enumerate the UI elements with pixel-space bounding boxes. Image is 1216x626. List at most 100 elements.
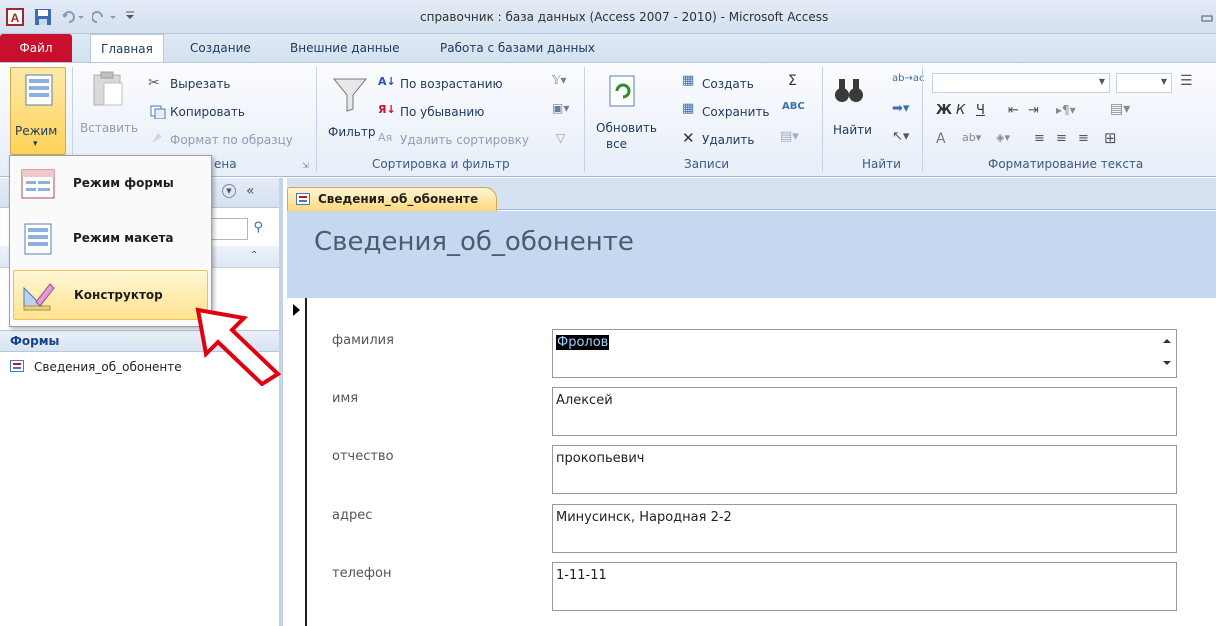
tab-database-tools[interactable]: Работа с базами данных xyxy=(430,34,605,62)
chevron-down-icon: ▼ xyxy=(1098,77,1105,86)
search-icon[interactable]: ⚲ xyxy=(253,220,263,235)
customize-qat-icon[interactable] xyxy=(124,8,136,26)
current-record-arrow-icon xyxy=(293,304,300,316)
field-patronymic[interactable]: прокопьевич xyxy=(552,445,1177,494)
menu-item-design-view[interactable]: Конструктор xyxy=(13,270,208,320)
gridlines-icon[interactable]: ▤▾ xyxy=(1110,101,1130,117)
minimize-window-icon[interactable] xyxy=(1200,8,1214,26)
cut-button[interactable]: Вырезать xyxy=(170,77,231,91)
scroll-down-icon[interactable] xyxy=(1163,361,1171,365)
selection-filter-icon[interactable]: 𝕐▾ xyxy=(552,73,567,87)
remove-sort-icon: Ая xyxy=(378,131,393,144)
sort-ascending-button[interactable]: По возрастанию xyxy=(400,77,503,91)
tab-create[interactable]: Создание xyxy=(180,34,261,62)
sort-descending-button[interactable]: По убыванию xyxy=(400,105,484,119)
refresh-all-icon[interactable] xyxy=(608,75,638,109)
field-lastname[interactable]: Фролов xyxy=(552,329,1177,378)
field-label-firstname: имя xyxy=(332,391,359,406)
align-center-icon[interactable]: ≡ xyxy=(1056,131,1067,146)
record-selector[interactable] xyxy=(287,298,307,626)
advanced-filter-icon[interactable]: ▣▾ xyxy=(552,101,569,115)
align-left-icon[interactable]: ≡ xyxy=(1034,131,1045,146)
italic-button[interactable]: К xyxy=(956,103,965,118)
nav-item-form[interactable]: Сведения_об_обоненте xyxy=(10,360,182,374)
font-color-button[interactable]: A xyxy=(936,131,946,147)
view-button[interactable]: Режим ▾ xyxy=(10,67,66,155)
annotation-arrow-icon xyxy=(195,307,282,386)
document-tab[interactable]: Сведения_об_обоненте xyxy=(287,187,497,211)
spelling-icon[interactable]: ABC xyxy=(782,101,805,112)
field-address[interactable]: Минусинск, Народная 2-2 xyxy=(552,504,1177,553)
clipboard-group-label: ена xyxy=(214,157,237,171)
field-value: Фролов xyxy=(556,335,610,350)
save-icon[interactable] xyxy=(34,8,52,26)
tab-external-data[interactable]: Внешние данные xyxy=(280,34,409,62)
redo-icon[interactable] xyxy=(92,8,118,26)
menu-item-layout-view[interactable]: Режим макета xyxy=(13,214,208,264)
undo-icon[interactable] xyxy=(60,8,86,26)
paragraph-direction-icon[interactable]: ▸¶▾ xyxy=(1056,103,1076,117)
collapse-group-icon[interactable]: ⌃ xyxy=(250,250,258,261)
borders-icon[interactable]: ⊞ xyxy=(1104,129,1117,147)
field-label-lastname: фамилия xyxy=(332,333,394,348)
collapse-nav-button[interactable]: « xyxy=(246,183,255,199)
nav-menu-icon[interactable]: ▼ xyxy=(222,184,236,198)
bullets-icon[interactable]: ☰ xyxy=(1180,73,1193,89)
refresh-all-label[interactable]: Обновить xyxy=(596,121,657,135)
delete-record-button[interactable]: Удалить xyxy=(702,133,755,147)
format-painter-button[interactable]: Формат по образцу xyxy=(170,133,293,147)
field-scrollbar[interactable] xyxy=(1159,331,1175,376)
scroll-up-icon[interactable] xyxy=(1163,339,1171,343)
align-right-icon[interactable]: ≡ xyxy=(1078,131,1089,146)
binoculars-icon[interactable] xyxy=(834,77,864,105)
select-icon[interactable]: ↖▾ xyxy=(892,129,909,144)
view-dropdown-menu: Режим формы Режим макета Конструктор xyxy=(9,155,212,327)
copy-icon xyxy=(150,105,166,119)
remove-sort-button[interactable]: Удалить сортировку xyxy=(400,133,529,147)
toggle-filter-icon[interactable]: ▽ xyxy=(556,131,565,145)
more-records-icon[interactable]: ▤▾ xyxy=(780,129,799,144)
chevron-down-icon: ▾ xyxy=(33,139,38,149)
tab-file[interactable]: Файл xyxy=(0,34,72,62)
paste-button-label[interactable]: Вставить xyxy=(80,121,138,135)
window-title: справочник : база данных (Access 2007 - … xyxy=(420,10,829,24)
filter-icon[interactable] xyxy=(332,77,368,113)
text-format-group-label: Форматирование текста xyxy=(988,157,1144,171)
save-record-button[interactable]: Сохранить xyxy=(702,105,770,119)
paste-icon[interactable] xyxy=(92,71,124,107)
form-icon xyxy=(296,193,320,207)
filter-button-label[interactable]: Фильтр xyxy=(328,125,375,139)
underline-button[interactable]: Ч xyxy=(976,103,985,118)
tab-home[interactable]: Главная xyxy=(90,34,164,63)
dialog-launcher-icon[interactable]: ⇲ xyxy=(302,161,309,170)
document-tab-label: Сведения_об_обоненте xyxy=(318,192,479,206)
nav-section-label: Формы xyxy=(10,334,60,348)
format-painter-icon xyxy=(152,133,162,143)
increase-indent-icon[interactable]: ⇥ xyxy=(1028,103,1039,118)
bold-button[interactable]: Ж xyxy=(936,103,952,118)
access-app-icon[interactable]: A xyxy=(6,8,24,26)
field-phone[interactable]: 1-11-11 xyxy=(552,562,1177,611)
font-name-combo[interactable]: ▼ xyxy=(932,73,1110,93)
decrease-indent-icon[interactable]: ⇤ xyxy=(1008,103,1019,118)
go-to-icon[interactable]: ➡▾ xyxy=(892,101,909,116)
refresh-all-label-2[interactable]: все xyxy=(606,137,627,151)
fill-color-icon[interactable]: ◈▾ xyxy=(996,131,1010,144)
svg-text:A: A xyxy=(11,11,20,25)
font-size-combo[interactable]: ▼ xyxy=(1116,73,1172,93)
copy-button[interactable]: Копировать xyxy=(170,105,245,119)
totals-icon[interactable]: Σ xyxy=(788,73,797,89)
menu-item-form-view[interactable]: Режим формы xyxy=(13,159,208,209)
field-firstname[interactable]: Алексей xyxy=(552,387,1177,436)
field-value: Алексей xyxy=(556,393,613,408)
delete-record-icon: ✕ xyxy=(682,129,695,147)
new-record-button[interactable]: Создать xyxy=(702,77,754,91)
group-separator xyxy=(584,67,585,172)
find-button-label[interactable]: Найти xyxy=(833,123,872,137)
form-header: Сведения_об_обоненте xyxy=(287,211,1216,298)
view-button-label: Режим xyxy=(15,124,58,138)
new-record-icon: ▦ xyxy=(682,73,695,88)
field-label-address: адрес xyxy=(332,508,373,523)
highlight-color-icon[interactable]: ab▾ xyxy=(962,131,981,144)
replace-icon[interactable]: ab→ac xyxy=(892,73,924,84)
